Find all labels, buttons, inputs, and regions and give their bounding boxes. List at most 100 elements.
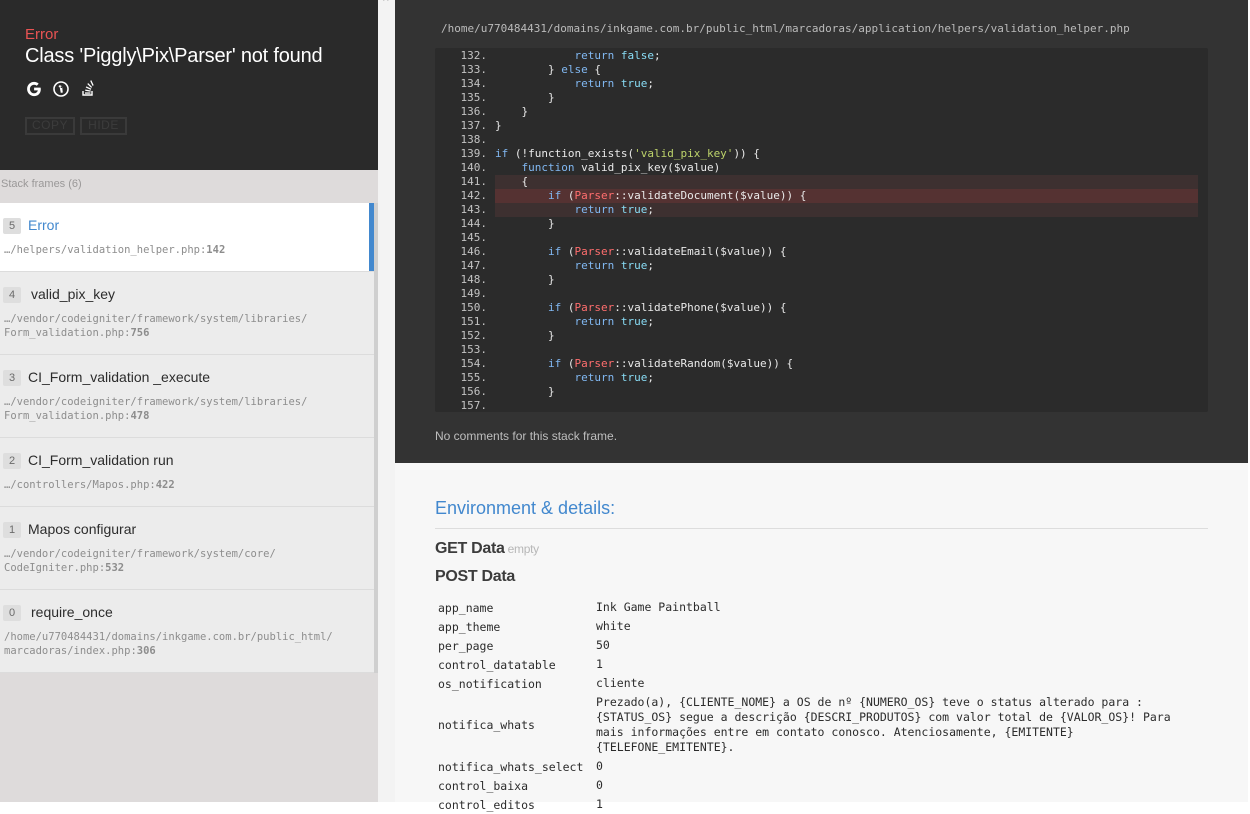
stack-frame-3[interactable]: 3 CI_Form_validation _execute …/vendor/c… <box>0 355 374 438</box>
frame-file: …/vendor/codeigniter/framework/system/li… <box>4 396 308 422</box>
line-number: 157. <box>460 399 488 412</box>
data-row: control_editos 1 <box>438 795 1208 814</box>
code-line: 140. function valid_pix_key($value) <box>435 161 1208 175</box>
data-value: cliente <box>596 676 645 690</box>
post-data-table: app_name Ink Game Paintball app_theme whit… <box>438 598 1208 814</box>
code-line: 145. <box>435 231 1208 245</box>
line-number: 153. <box>460 343 488 356</box>
environment-title: Environment & details: <box>435 498 616 518</box>
frame-title: CI_Form_validation _execute <box>28 369 211 385</box>
line-source: } <box>495 105 529 118</box>
line-number: 137. <box>460 119 488 132</box>
frame-file: …/controllers/Mapos.php:422 <box>4 479 175 491</box>
code-line: 138. <box>435 133 1208 147</box>
frame-title: Error <box>28 217 60 233</box>
data-row: notifica_whats_select 0 <box>438 757 1208 776</box>
line-source: } <box>495 91 555 104</box>
copy-button[interactable]: COPY <box>25 117 75 135</box>
stack-sidebar: Error Class 'Piggly\Pix\Parser' not foun… <box>0 0 378 802</box>
data-value: 50 <box>596 638 610 652</box>
code-line: 153. <box>435 343 1208 357</box>
frame-comments: No comments for this stack frame. <box>435 429 618 443</box>
data-row: app_theme white <box>438 617 1208 636</box>
line-source: return true; <box>574 371 654 384</box>
code-line: 148. } <box>435 273 1208 287</box>
data-value: Ink Game Paintball <box>596 600 721 614</box>
section-divider <box>435 528 1208 529</box>
line-number: 144. <box>460 217 488 230</box>
stack-frame-0[interactable]: 0 require_once /home/u770484431/domains/… <box>0 590 374 673</box>
line-number: 135. <box>460 91 488 104</box>
code-line: 151. return true; <box>435 315 1208 329</box>
line-number: 145. <box>460 231 488 244</box>
frame-file-path: /home/u770484431/domains/inkgame.com.br/… <box>4 631 333 643</box>
frame-line: 478 <box>130 410 150 422</box>
frame-file-name: Form_validation.php <box>4 410 125 422</box>
line-source: } <box>495 329 555 342</box>
data-value: white <box>596 619 631 633</box>
line-source: if (Parser::validateEmail($value)) { <box>547 245 787 258</box>
google-icon[interactable] <box>25 80 43 98</box>
line-number: 151. <box>460 315 488 328</box>
line-number: 136. <box>460 105 488 118</box>
data-row: os_notification cliente <box>438 674 1208 693</box>
frame-file-path-header: /home/u770484431/domains/inkgame.com.br/… <box>441 22 1130 35</box>
stack-frames-text: Stack frames <box>1 178 66 190</box>
code-line-context: 143. return true; <box>435 203 1208 217</box>
line-number: 156. <box>460 385 488 398</box>
line-number: 154. <box>460 357 488 370</box>
stack-frame-5[interactable]: 5 Error …/helpers/validation_helper.php:… <box>0 203 374 272</box>
get-data-empty: empty <box>507 542 539 556</box>
data-key: control_datatable <box>438 657 556 672</box>
line-number: 146. <box>460 245 488 258</box>
frame-index: 2 <box>3 453 21 469</box>
frame-index: 4 <box>3 287 21 303</box>
frame-file: …/vendor/codeigniter/framework/system/li… <box>4 313 308 339</box>
frame-file-path: …/vendor/codeigniter/framework/system/li… <box>4 313 308 325</box>
line-source: function valid_pix_key($value) <box>521 161 721 174</box>
frame-file-path: …/vendor/codeigniter/framework/system/co… <box>4 548 276 560</box>
data-value: 0 <box>596 778 603 792</box>
data-value: Prezado(a), {CLIENTE_NOME} a OS de nº {N… <box>596 695 1171 754</box>
line-number: 143. <box>460 203 488 216</box>
line-number: 142. <box>460 189 488 202</box>
frame-title: Mapos configurar <box>28 521 137 537</box>
data-key: per_page <box>438 638 494 653</box>
code-line: 146. if (Parser::validateEmail($value)) … <box>435 245 1208 259</box>
code-line: 133. } else { <box>435 63 1208 77</box>
code-line: 137.} <box>435 119 1208 133</box>
get-data-title: GET Data empty <box>435 540 539 558</box>
code-lines: 132. return false; 133. } else { 134. re… <box>435 49 1208 412</box>
stack-frame-1[interactable]: 1 Mapos configurar …/vendor/codeigniter/… <box>0 507 374 590</box>
code-line: 154. if (Parser::validateRandom($value))… <box>435 357 1208 371</box>
data-key: control_baixa <box>438 778 529 793</box>
line-source: } <box>495 119 502 132</box>
stack-frame-4[interactable]: 4 valid_pix_key …/vendor/codeigniter/fra… <box>0 272 374 355</box>
line-source: return false; <box>574 49 661 62</box>
frame-file-path: …/vendor/codeigniter/framework/system/li… <box>4 396 308 408</box>
highlight-context <box>495 175 1198 189</box>
line-number: 155. <box>460 371 488 384</box>
line-number: 138. <box>460 133 488 146</box>
line-source: if (!function_exists('valid_pix_key')) { <box>495 147 760 160</box>
hide-button[interactable]: HIDE <box>80 117 127 135</box>
duckduckgo-icon[interactable] <box>52 80 70 98</box>
data-key: notifica_whats_select <box>438 759 584 774</box>
frame-line: 532 <box>105 562 125 574</box>
frame-index: 5 <box>3 218 21 234</box>
frame-line: 422 <box>155 479 175 491</box>
line-number: 140. <box>460 161 488 174</box>
stackoverflow-icon[interactable] <box>79 80 97 98</box>
data-value: 1 <box>596 657 603 671</box>
stack-frames-count: (6) <box>68 178 82 190</box>
code-line: 149. <box>435 287 1208 301</box>
frame-file-path: …/controllers/Mapos.php <box>4 479 150 491</box>
line-number: 147. <box>460 259 488 272</box>
exception-type: Error <box>25 26 59 43</box>
line-number: 149. <box>460 287 488 300</box>
stack-frame-2[interactable]: 2 CI_Form_validation run …/controllers/M… <box>0 438 374 507</box>
gutter-marker: ^ <box>383 0 389 8</box>
frame-title: CI_Form_validation run <box>28 452 174 468</box>
data-row: app_name Ink Game Paintball <box>438 598 1208 617</box>
code-line-context: 141. { <box>435 175 1208 189</box>
